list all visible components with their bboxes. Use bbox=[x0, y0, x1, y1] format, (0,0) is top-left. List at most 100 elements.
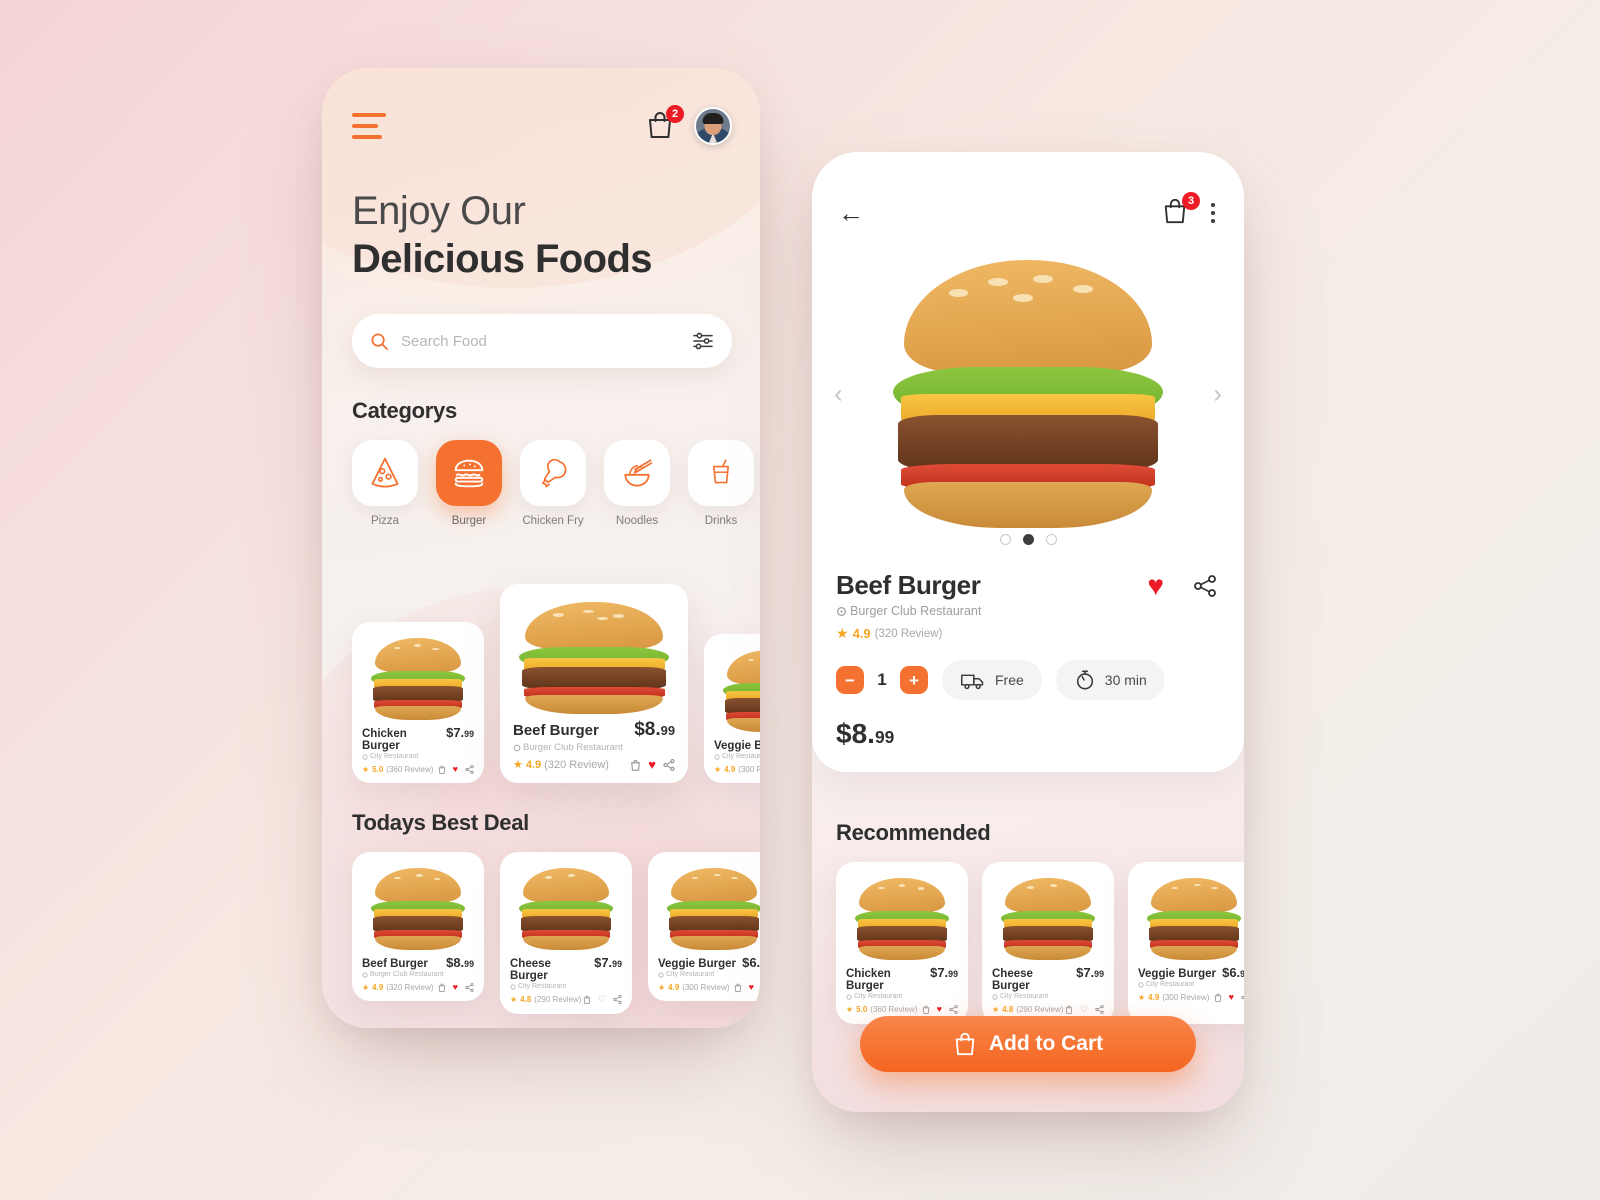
bag-icon[interactable] bbox=[438, 983, 446, 992]
food-card-head: Beef Burger $8.99 bbox=[513, 719, 675, 741]
noodle-bowl-icon bbox=[624, 459, 653, 487]
share-icon[interactable] bbox=[613, 995, 622, 1004]
carousel-dot[interactable] bbox=[999, 534, 1011, 545]
share-icon[interactable] bbox=[663, 758, 675, 771]
star-icon: ★ bbox=[658, 982, 666, 992]
review-count: (320 Review) bbox=[544, 758, 609, 771]
bag-icon[interactable] bbox=[438, 765, 446, 774]
filter-sliders-icon[interactable] bbox=[692, 332, 714, 350]
review-count: (320 Review) bbox=[386, 982, 434, 992]
cart-badge: 2 bbox=[666, 105, 684, 123]
food-card-featured[interactable]: Beef Burger $8.99 Burger Club Restaurant… bbox=[500, 584, 688, 783]
food-name: Veggie Burger bbox=[714, 740, 760, 752]
location-pin-icon bbox=[362, 753, 368, 760]
rating: ★ 4.8 (290 Review) bbox=[510, 995, 581, 1004]
back-arrow-icon[interactable]: ← bbox=[838, 200, 864, 226]
food-restaurant: City Restaurant bbox=[362, 753, 474, 760]
avatar[interactable] bbox=[694, 107, 732, 145]
review-count: (360 Review) bbox=[870, 1004, 918, 1014]
add-to-cart-label: Add to Cart bbox=[988, 1032, 1104, 1055]
food-restaurant: City Restaurant bbox=[714, 753, 760, 760]
pizza-icon bbox=[371, 457, 399, 488]
category-label: Drinks bbox=[704, 515, 738, 527]
quantity-value: 1 bbox=[877, 670, 887, 689]
favorite-heart-icon[interactable]: ♥ bbox=[1147, 572, 1164, 600]
category-item-pizza[interactable]: Pizza bbox=[352, 440, 418, 527]
food-name: Chicken Burger bbox=[362, 728, 407, 752]
burger-icon bbox=[454, 459, 484, 488]
bag-icon[interactable] bbox=[922, 1005, 930, 1014]
phone-home-screen: 2 Enjoy Our Delicious Foods Search Food … bbox=[322, 68, 760, 1028]
food-image bbox=[510, 862, 622, 950]
quantity-increase-button[interactable]: + bbox=[900, 666, 928, 694]
review-count: (300 Review) bbox=[682, 982, 730, 992]
food-card-meta: ★ 5.0 (360 Review) ♥ bbox=[362, 764, 474, 774]
carousel-dots bbox=[812, 534, 1244, 545]
deal-title: Todays Best Deal bbox=[352, 810, 529, 835]
heart-outline-icon[interactable]: ♡ bbox=[1080, 1004, 1088, 1015]
heart-outline-icon[interactable]: ♡ bbox=[598, 994, 606, 1005]
location-pin-icon bbox=[837, 606, 846, 616]
food-card[interactable]: Beef Burger $8.99 Burger Club Restaurant… bbox=[352, 852, 484, 1001]
share-icon[interactable] bbox=[949, 1004, 958, 1014]
star-icon: ★ bbox=[836, 625, 849, 641]
bag-icon[interactable] bbox=[583, 995, 591, 1004]
rating-value: 4.8 bbox=[1002, 1005, 1014, 1014]
heart-icon[interactable]: ♥ bbox=[453, 982, 458, 992]
heart-icon[interactable]: ♥ bbox=[937, 1004, 942, 1014]
food-card[interactable]: Chicken Burger $7.99 City Restaurant ★ 5… bbox=[352, 622, 484, 783]
food-card[interactable]: Veggie Burger $6.99 City Restaurant ★ 4.… bbox=[648, 852, 760, 1001]
category-item-chicken-fry[interactable]: Chicken Fry bbox=[520, 440, 586, 527]
food-card-head: Beef Burger $8.99 bbox=[362, 955, 474, 970]
food-card[interactable]: Veggie Burger $6.99 City Restaurant ★ 4.… bbox=[704, 634, 760, 783]
search-input[interactable] bbox=[401, 332, 692, 350]
share-icon[interactable] bbox=[1241, 993, 1244, 1002]
mockup-stage: 2 Enjoy Our Delicious Foods Search Food … bbox=[0, 0, 1600, 1200]
food-card[interactable]: Cheese Burger $7.99 City Restaurant ★ 4.… bbox=[982, 862, 1114, 1024]
delivery-fee-pill: Free bbox=[942, 660, 1042, 700]
heart-icon[interactable]: ♥ bbox=[453, 764, 458, 774]
card-actions: ♥ bbox=[630, 757, 675, 772]
food-image bbox=[513, 596, 675, 714]
carousel-dot-active[interactable] bbox=[1022, 534, 1034, 545]
food-card[interactable]: Cheese Burger $7.99 City Restaurant ★ 4.… bbox=[500, 852, 632, 1014]
carousel-dot[interactable] bbox=[1045, 534, 1057, 545]
bag-icon[interactable] bbox=[630, 759, 641, 771]
add-to-cart-button[interactable]: Add to Cart bbox=[860, 1016, 1196, 1072]
food-card-head: Veggie Burger $6.99 bbox=[714, 737, 760, 752]
location-pin-icon bbox=[513, 744, 521, 751]
cart-button[interactable]: 3 bbox=[1162, 192, 1200, 229]
category-item-burger[interactable]: Burger bbox=[436, 440, 502, 527]
kebab-menu-icon[interactable] bbox=[1208, 200, 1218, 226]
category-tile bbox=[436, 440, 502, 506]
share-icon[interactable] bbox=[465, 982, 474, 992]
food-name: Beef Burger bbox=[513, 722, 599, 739]
chevron-right-icon[interactable]: › bbox=[1213, 379, 1222, 410]
food-restaurant: City Restaurant bbox=[1138, 981, 1244, 988]
food-card[interactable]: Veggie Burger $6.99 City Restaurant ★ 4.… bbox=[1128, 862, 1244, 1024]
rating-value: 5.0 bbox=[856, 1004, 868, 1014]
page-title: Enjoy Our Delicious Foods bbox=[352, 188, 653, 282]
rating: ★ 4.9 (300 Review) bbox=[714, 765, 760, 774]
cart-button[interactable]: 2 bbox=[646, 105, 684, 142]
share-icon[interactable] bbox=[465, 764, 474, 774]
heart-icon[interactable]: ♥ bbox=[1229, 992, 1234, 1002]
quantity-decrease-button[interactable]: − bbox=[836, 666, 864, 694]
chevron-left-icon[interactable]: ‹ bbox=[834, 379, 843, 410]
hamburger-icon[interactable] bbox=[352, 113, 386, 139]
share-icon[interactable] bbox=[1192, 574, 1218, 603]
review-count: (300 Review) bbox=[1162, 992, 1210, 1002]
food-card[interactable]: Chicken Burger $7.99 City Restaurant ★ 5… bbox=[836, 862, 968, 1024]
heart-icon[interactable]: ♥ bbox=[749, 982, 754, 992]
bag-icon[interactable] bbox=[1214, 993, 1222, 1002]
search-bar[interactable] bbox=[352, 314, 732, 368]
review-count: (290 Review) bbox=[534, 995, 582, 1004]
bag-icon[interactable] bbox=[1065, 1005, 1073, 1014]
food-card-meta: ★ 4.9 (320 Review) ♥ bbox=[513, 757, 675, 772]
bag-icon[interactable] bbox=[734, 983, 742, 992]
heart-icon[interactable]: ♥ bbox=[648, 757, 656, 772]
card-actions: ♥ bbox=[734, 982, 760, 992]
share-icon[interactable] bbox=[1095, 1005, 1104, 1014]
category-item-drinks[interactable]: Drinks bbox=[688, 440, 754, 527]
category-item-noodles[interactable]: Noodles bbox=[604, 440, 670, 527]
